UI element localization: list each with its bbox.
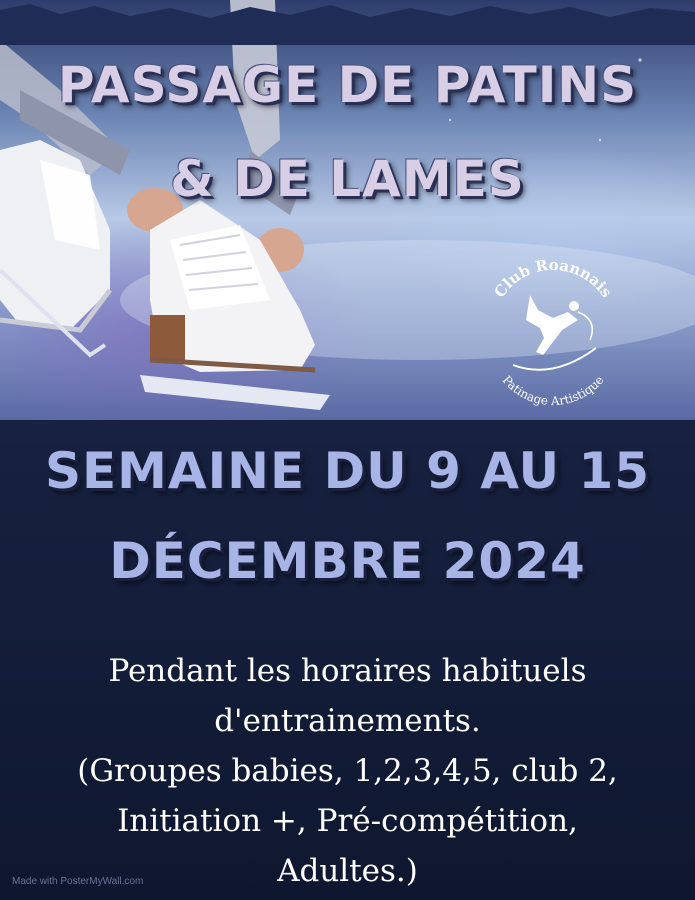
info-line-1: Pendant les horaires habituels xyxy=(108,653,587,689)
title-line-2: & DE LAMES xyxy=(170,150,525,208)
logo-bottom-text: Patinage Artistique xyxy=(500,373,607,408)
info-line-3: (Groupes babies, 1,2,3,4,5, club 2, xyxy=(77,753,618,789)
info-line-5: Adultes.) xyxy=(277,853,418,889)
info-line-4: Initiation +, Pré-compétition, xyxy=(117,803,578,839)
date-line-2: DÉCEMBRE 2024 xyxy=(109,532,586,590)
date-line-1: SEMAINE DU 9 AU 15 xyxy=(44,442,651,500)
info-line-2: d'entrainements. xyxy=(214,703,481,739)
club-logo: Club Roannais Patinage Artistique xyxy=(478,250,628,410)
title-line-1: PASSAGE DE PATINS xyxy=(57,56,638,114)
skater-icon xyxy=(512,295,597,371)
torn-paper-edge xyxy=(0,4,695,45)
logo-top-text: Club Roannais xyxy=(490,256,615,301)
credit-watermark[interactable]: Made with PosterMyWall.com xyxy=(12,876,143,887)
